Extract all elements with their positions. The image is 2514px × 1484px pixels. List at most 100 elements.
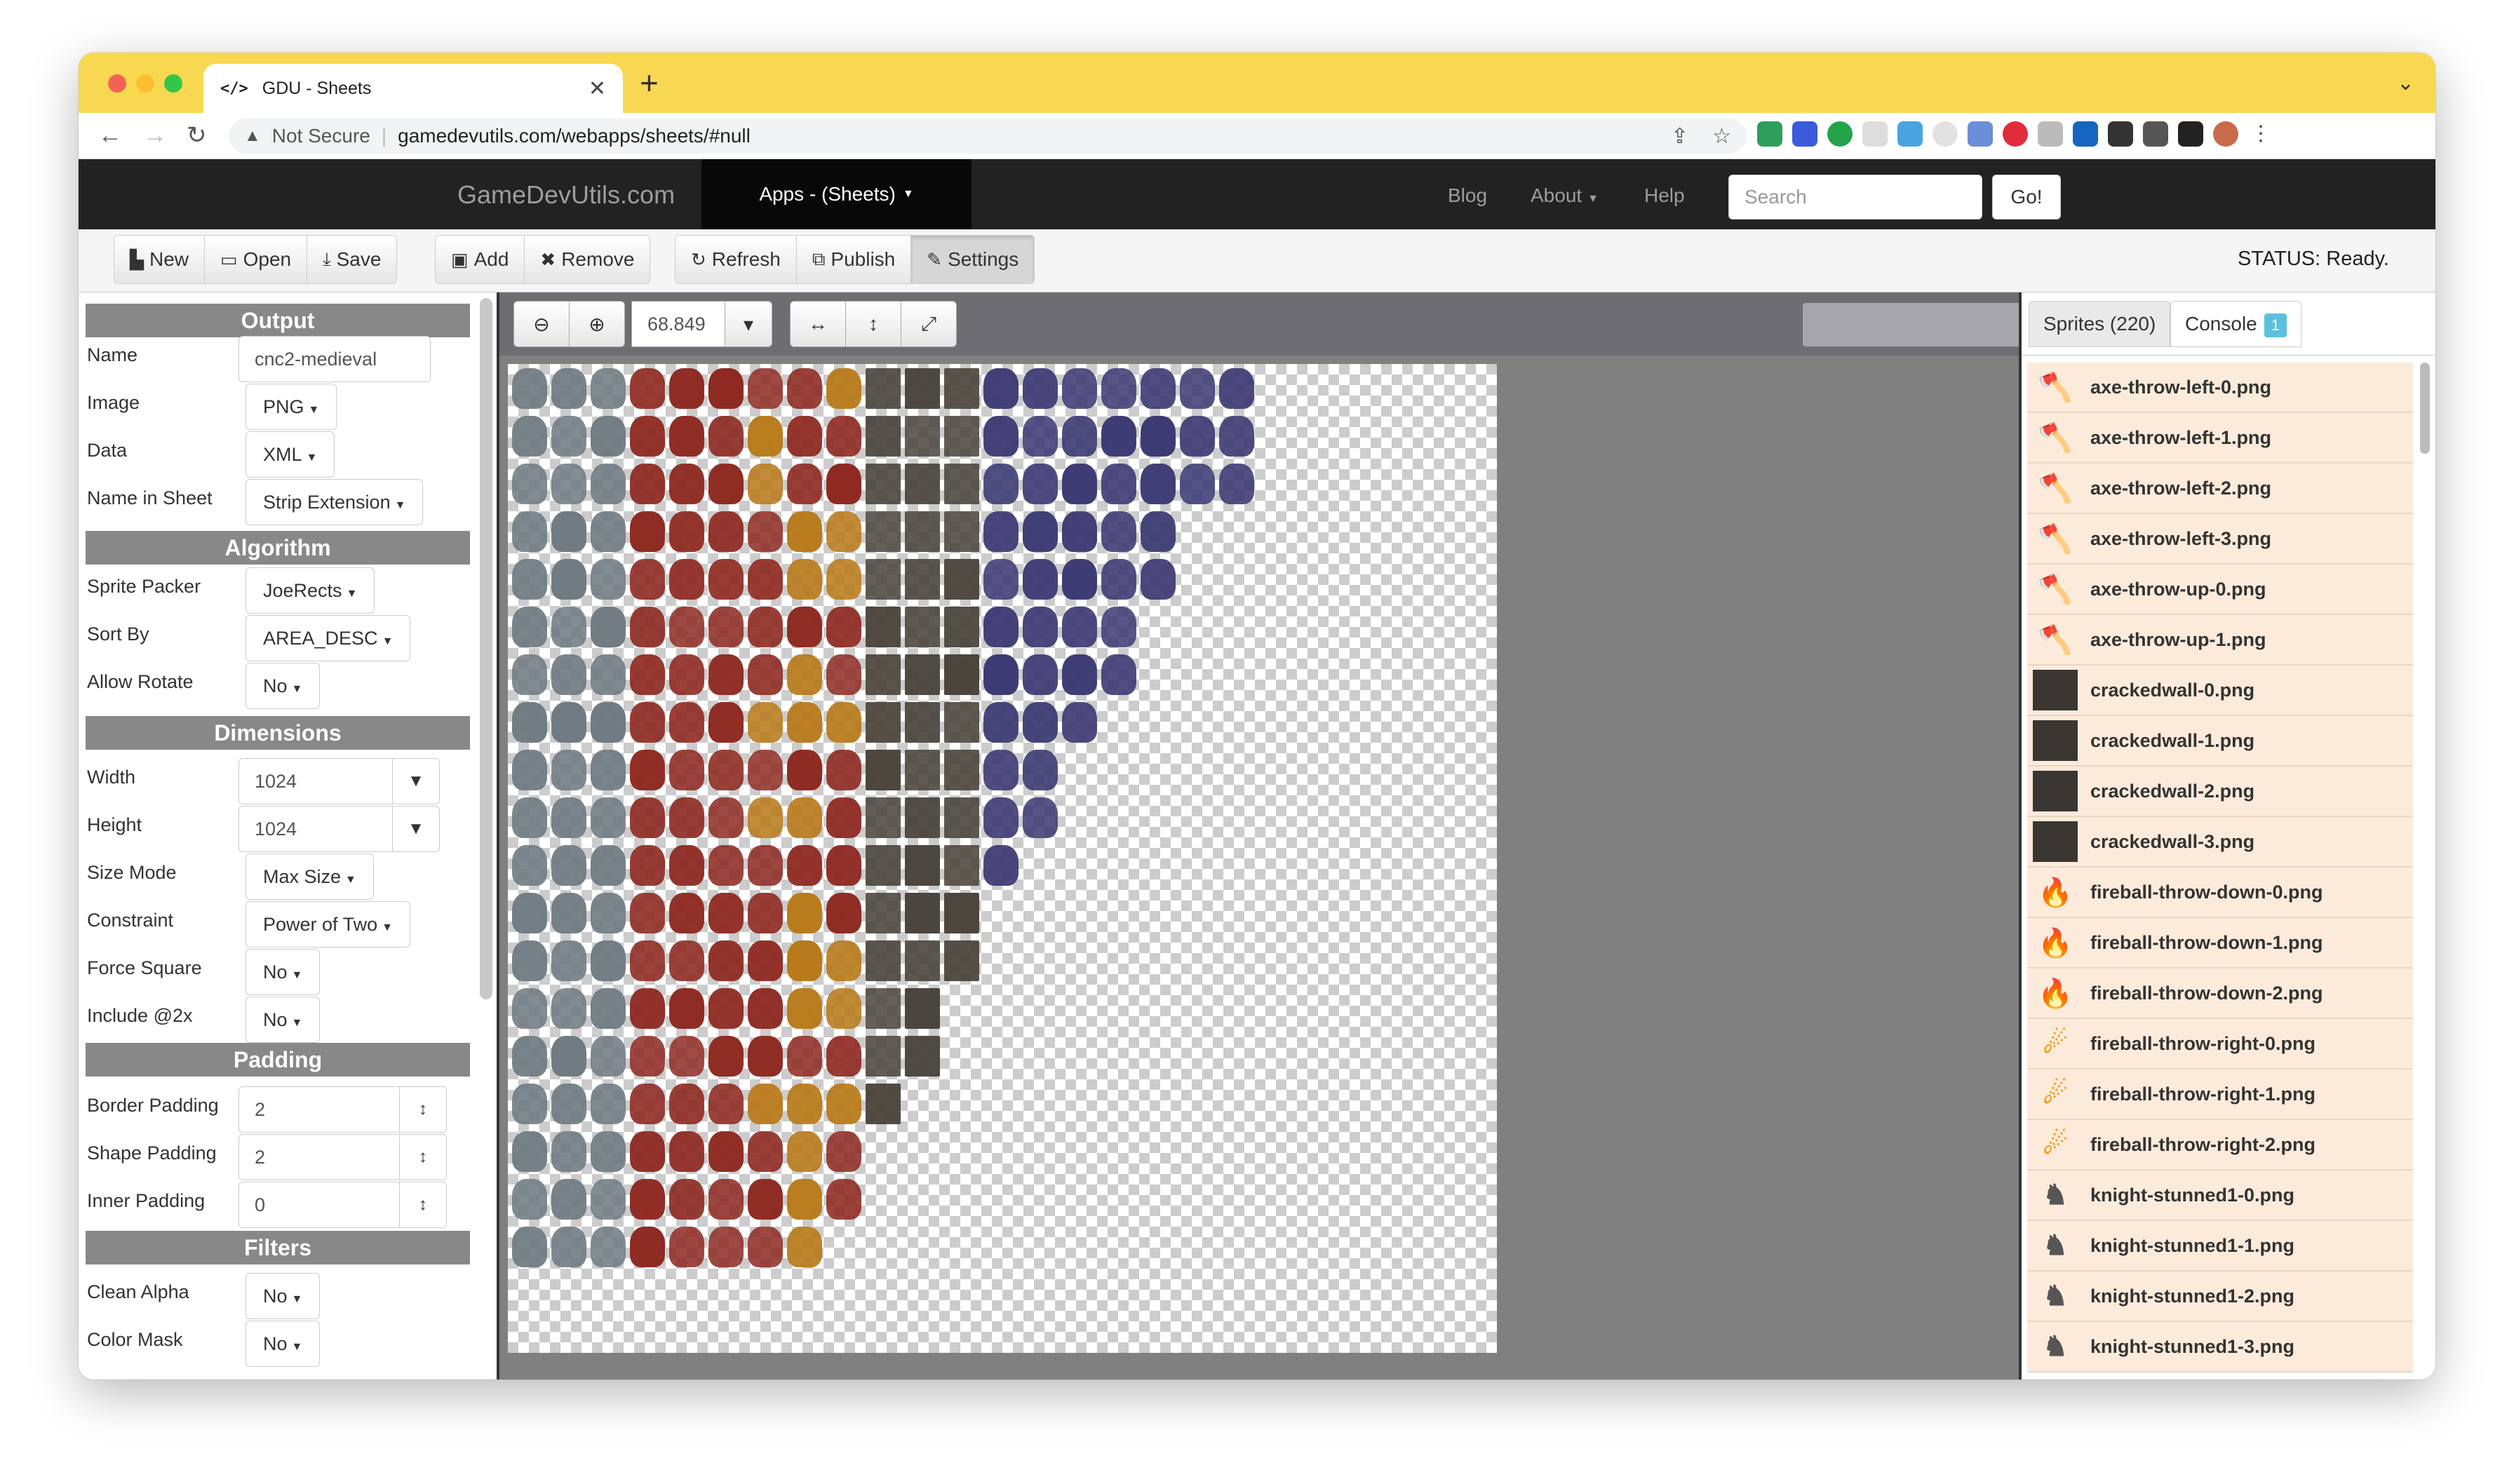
border-padding-stepper[interactable]: ↕ bbox=[399, 1086, 447, 1133]
close-tab-icon[interactable]: ✕ bbox=[589, 76, 606, 101]
forward-icon[interactable]: → bbox=[143, 121, 167, 149]
sprite-list-scrollbar[interactable] bbox=[2420, 363, 2430, 454]
sprite-list-item[interactable]: 🔥 fireball-throw-down-1.png bbox=[2027, 918, 2413, 969]
minimize-window-button[interactable] bbox=[136, 74, 154, 93]
pinterest-icon[interactable] bbox=[2003, 121, 2028, 147]
remove-button[interactable]: ✖ Remove bbox=[525, 236, 650, 283]
open-button[interactable]: ▭ Open bbox=[205, 236, 308, 283]
zoom-in-icon[interactable]: ⊕ bbox=[569, 301, 625, 347]
sprite-list-item[interactable]: 🪓 axe-throw-left-3.png bbox=[2027, 514, 2413, 565]
new-button[interactable]: ▙ New bbox=[114, 236, 206, 283]
extension-icon[interactable] bbox=[1862, 121, 1888, 147]
color-mask-dropdown[interactable]: No ▼ bbox=[246, 1321, 321, 1367]
fit-width-icon[interactable]: ↔ bbox=[790, 301, 846, 347]
sprite-list-item[interactable]: ♞ knight-stunned1-3.png bbox=[2027, 1322, 2413, 1372]
more-menu-icon[interactable]: ⋮ bbox=[2248, 121, 2273, 147]
sprite-list-item[interactable]: 🪓 axe-throw-up-0.png bbox=[2027, 565, 2413, 615]
sprite-list-item[interactable]: ☄ fireball-throw-right-0.png bbox=[2027, 1019, 2413, 1070]
close-window-button[interactable] bbox=[108, 74, 126, 93]
settings-button[interactable]: ✎ Settings bbox=[911, 236, 1035, 283]
name-in-sheet-dropdown[interactable]: Strip Extension ▼ bbox=[246, 479, 424, 525]
nav-link-help[interactable]: Help bbox=[1644, 184, 1685, 207]
sprite-list-item[interactable]: 🔥 fireball-throw-down-0.png bbox=[2027, 868, 2413, 918]
publish-button[interactable]: ⧉ Publish bbox=[796, 236, 912, 283]
border-padding-field[interactable]: 2 bbox=[238, 1086, 400, 1133]
star-icon[interactable]: ☆ bbox=[1712, 124, 1731, 149]
reload-icon[interactable]: ↻ bbox=[187, 121, 207, 149]
height-dropdown-toggle[interactable]: ▼ bbox=[392, 806, 440, 852]
save-button[interactable]: ⤓ Save bbox=[307, 236, 397, 283]
sprite-packer-dropdown[interactable]: JoeRects ▼ bbox=[246, 567, 375, 614]
sprite-tile bbox=[787, 940, 822, 981]
tab-sprites[interactable]: Sprites (220) bbox=[2029, 301, 2171, 347]
sprite-list-item[interactable]: 🔥 fireball-throw-down-2.png bbox=[2027, 969, 2413, 1019]
nav-link-about[interactable]: About ▼ bbox=[1531, 184, 1599, 207]
inner-padding-stepper[interactable]: ↕ bbox=[399, 1182, 447, 1228]
reading-list-icon[interactable] bbox=[2143, 121, 2168, 147]
zoom-out-icon[interactable]: ⊖ bbox=[513, 301, 570, 347]
sprite-list-item[interactable]: 🪓 axe-throw-left-0.png bbox=[2027, 363, 2413, 413]
extension-icon[interactable] bbox=[1968, 121, 1993, 147]
shape-padding-field[interactable]: 2 bbox=[238, 1134, 400, 1180]
clean-alpha-dropdown[interactable]: No ▼ bbox=[246, 1273, 321, 1319]
maximize-window-button[interactable] bbox=[164, 74, 182, 93]
url-text[interactable]: gamedevutils.com/webapps/sheets/#null bbox=[398, 125, 751, 147]
sprite-list-item[interactable]: crackedwall-2.png bbox=[2027, 767, 2413, 817]
shape-padding-stepper[interactable]: ↕ bbox=[399, 1134, 447, 1180]
sprite-list-item[interactable]: ♞ knight-stunned1-1.png bbox=[2027, 1221, 2413, 1271]
sprite-list-item[interactable]: 🪓 axe-throw-up-1.png bbox=[2027, 615, 2413, 666]
allow-rotate-dropdown[interactable]: No ▼ bbox=[246, 663, 321, 709]
address-bar[interactable]: ▲ Not Secure | gamedevutils.com/webapps/… bbox=[229, 119, 1747, 154]
width-dropdown-toggle[interactable]: ▼ bbox=[392, 758, 440, 804]
sort-by-dropdown[interactable]: AREA_DESC ▼ bbox=[246, 615, 411, 661]
back-icon[interactable]: ← bbox=[98, 121, 122, 149]
go-button[interactable]: Go! bbox=[1992, 175, 2061, 220]
extension-icon[interactable] bbox=[2073, 121, 2098, 147]
new-tab-button[interactable]: + bbox=[640, 67, 659, 99]
zoom-dropdown-toggle[interactable]: ▾ bbox=[725, 301, 772, 347]
nav-link-blog[interactable]: Blog bbox=[1448, 184, 1487, 207]
sprite-list-item[interactable]: crackedwall-3.png bbox=[2027, 817, 2413, 868]
sidepanel-icon[interactable] bbox=[2178, 121, 2203, 147]
sprite-list-item[interactable]: ♞ knight-stunned1-0.png bbox=[2027, 1171, 2413, 1221]
refresh-button[interactable]: ↻ Refresh bbox=[675, 236, 797, 283]
extension-icon[interactable] bbox=[1897, 121, 1923, 147]
extension-icon[interactable] bbox=[1827, 121, 1853, 147]
tab-console[interactable]: Console 1 bbox=[2170, 301, 2301, 347]
puzzle-icon[interactable] bbox=[2108, 121, 2133, 147]
width-field[interactable]: 1024 bbox=[238, 758, 393, 804]
data-format-dropdown[interactable]: XML ▼ bbox=[246, 431, 335, 478]
sprite-sheet-preview[interactable] bbox=[508, 364, 1497, 1353]
sprite-list-item[interactable]: ☄ fireball-throw-right-2.png bbox=[2027, 1120, 2413, 1171]
extension-icon[interactable] bbox=[2038, 121, 2063, 147]
extension-icon[interactable] bbox=[1757, 121, 1782, 147]
extension-icon[interactable] bbox=[1932, 121, 1958, 147]
size-mode-dropdown[interactable]: Max Size ▼ bbox=[246, 854, 374, 900]
search-input[interactable]: Search bbox=[1728, 175, 1982, 220]
settings-scrollbar[interactable] bbox=[480, 298, 492, 999]
add-button[interactable]: ▣ Add bbox=[436, 236, 525, 283]
share-icon[interactable]: ⇪ bbox=[1671, 124, 1688, 149]
fit-height-icon[interactable]: ↕ bbox=[845, 301, 901, 347]
sprite-list-item[interactable]: ♞ knight-stunned1-2.png bbox=[2027, 1271, 2413, 1322]
sprite-list-item[interactable]: crackedwall-1.png bbox=[2027, 716, 2413, 767]
chevron-down-icon[interactable]: ⌄ bbox=[2397, 71, 2414, 95]
force-square-dropdown[interactable]: No ▼ bbox=[246, 949, 321, 995]
extension-icon[interactable] bbox=[1792, 121, 1817, 147]
site-brand[interactable]: GameDevUtils.com bbox=[457, 180, 675, 210]
sprite-list-item[interactable]: crackedwall-0.png bbox=[2027, 666, 2413, 716]
sprite-list-item[interactable]: 🪓 axe-throw-left-1.png bbox=[2027, 413, 2413, 464]
height-field[interactable]: 1024 bbox=[238, 806, 393, 852]
apps-menu[interactable]: Apps - (Sheets) ▼ bbox=[701, 159, 972, 229]
sprite-list-item[interactable]: 🪓 axe-throw-left-2.png bbox=[2027, 464, 2413, 514]
include-2x-dropdown[interactable]: No ▼ bbox=[246, 997, 321, 1043]
inner-padding-field[interactable]: 0 bbox=[238, 1182, 400, 1228]
sprite-list-item[interactable]: ☄ fireball-throw-right-1.png bbox=[2027, 1070, 2413, 1120]
constraint-dropdown[interactable]: Power of Two ▼ bbox=[246, 901, 410, 947]
name-field[interactable]: cnc2-medieval bbox=[238, 336, 431, 382]
zoom-level-input[interactable]: 68.849 bbox=[631, 301, 725, 347]
fit-all-icon[interactable]: ⤢ bbox=[901, 301, 957, 347]
browser-tab[interactable]: </> GDU - Sheets ✕ bbox=[203, 64, 623, 113]
avatar[interactable] bbox=[2213, 121, 2238, 147]
image-format-dropdown[interactable]: PNG ▼ bbox=[246, 384, 337, 430]
